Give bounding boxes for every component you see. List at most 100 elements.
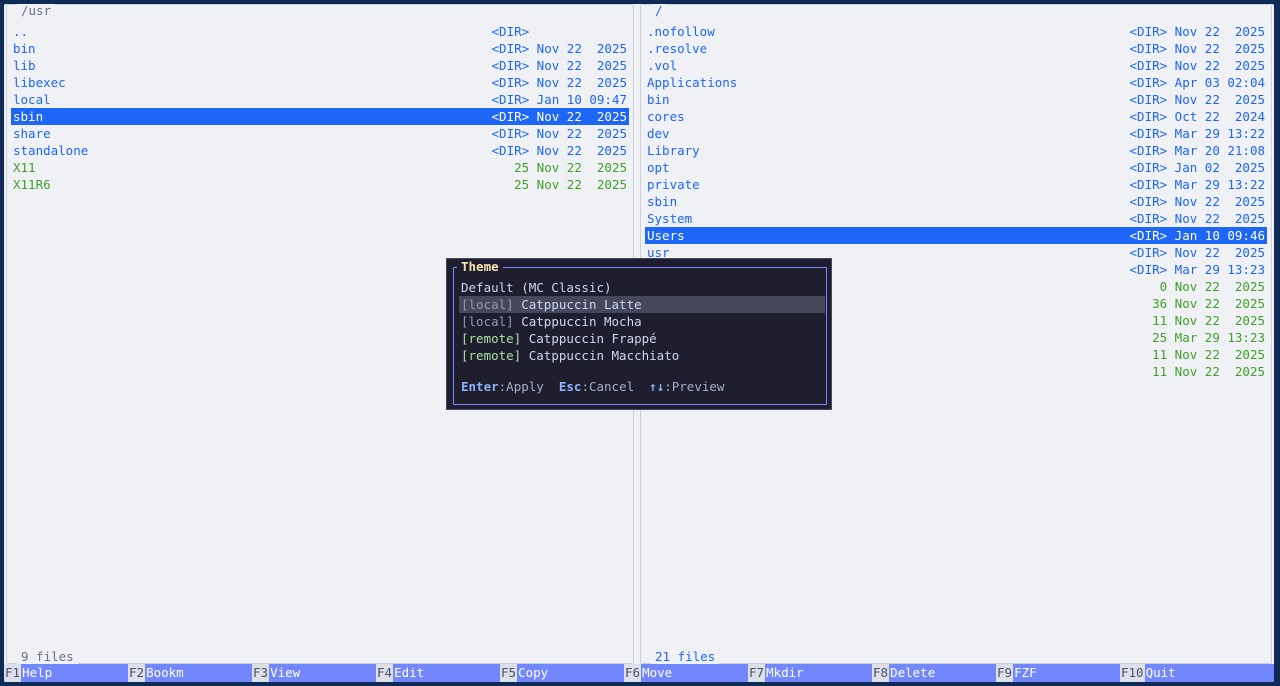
file-meta: 11 Nov 22 2025 [1152, 364, 1265, 379]
file-meta: <DIR> Nov 22 2025 [491, 41, 627, 56]
theme-option[interactable]: [remote] Catppuccin Frappé [459, 330, 825, 347]
theme-option-name: Default (MC Classic) [461, 280, 612, 295]
left-file-row[interactable]: share <DIR> Nov 22 2025 [11, 125, 629, 142]
fkey-quit[interactable]: F10 Quit [1120, 664, 1274, 682]
file-name: opt [647, 160, 670, 175]
file-name: bin [13, 41, 36, 56]
file-name: bin [647, 92, 670, 107]
theme-option-name: Catppuccin Mocha [513, 314, 642, 329]
fkey-number: F9 [996, 664, 1014, 682]
file-meta: <DIR> [491, 24, 627, 39]
right-file-row[interactable]: Users <DIR> Jan 10 09:46 [645, 227, 1267, 244]
left-file-row[interactable]: local <DIR> Jan 10 09:47 [11, 91, 629, 108]
left-file-row[interactable]: X11R6 25 Nov 22 2025 [11, 176, 629, 193]
fkey-view[interactable]: F3 View [252, 664, 376, 682]
theme-option-name: Catppuccin Latte [513, 297, 642, 312]
fkey-move[interactable]: F6 Move [624, 664, 748, 682]
right-panel-path: / [651, 4, 667, 19]
left-file-row[interactable]: lib <DIR> Nov 22 2025 [11, 57, 629, 74]
fkey-fzf[interactable]: F9 FZF [996, 664, 1120, 682]
left-file-row[interactable]: X11 25 Nov 22 2025 [11, 159, 629, 176]
file-name: .resolve [647, 41, 708, 56]
fkey-label: Mkdir [765, 664, 872, 682]
theme-option[interactable]: Default (MC Classic) [459, 279, 825, 296]
hint-key: Esc [558, 379, 582, 394]
right-file-row[interactable]: System <DIR> Nov 22 2025 [645, 210, 1267, 227]
fkey-edit[interactable]: F4 Edit [376, 664, 500, 682]
fkey-bookm[interactable]: F2 Bookm [128, 664, 252, 682]
file-name: cores [647, 109, 685, 124]
fkey-help[interactable]: F1 Help [4, 664, 128, 682]
theme-option[interactable]: [remote] Catppuccin Macchiato [459, 347, 825, 364]
left-file-row[interactable]: bin <DIR> Nov 22 2025 [11, 40, 629, 57]
fkey-number: F10 [1120, 664, 1145, 682]
right-file-row[interactable]: Library <DIR> Mar 20 21:08 [645, 142, 1267, 159]
file-name: .. [13, 24, 29, 39]
fkey-copy[interactable]: F5 Copy [500, 664, 624, 682]
file-meta: <DIR> Mar 20 21:08 [1129, 143, 1265, 158]
theme-source-tag: [remote] [461, 331, 522, 346]
fkey-label: Delete [889, 664, 996, 682]
fkey-label: Copy [517, 664, 624, 682]
right-file-row[interactable]: .vol <DIR> Nov 22 2025 [645, 57, 1267, 74]
fkey-mkdir[interactable]: F7 Mkdir [748, 664, 872, 682]
file-meta: <DIR> Nov 22 2025 [1129, 41, 1265, 56]
right-file-row[interactable]: Applications <DIR> Apr 03 02:04 [645, 74, 1267, 91]
theme-option-name: Catppuccin Frappé [521, 331, 657, 346]
left-file-list[interactable]: .. <DIR> bin <DIR> Nov 22 2025 lib <DIR> Nov… [11, 23, 629, 193]
fkey-label: Edit [393, 664, 500, 682]
theme-source-tag: [local] [461, 297, 514, 312]
right-file-row[interactable]: .resolve <DIR> Nov 22 2025 [645, 40, 1267, 57]
fkey-delete[interactable]: F8 Delete [872, 664, 996, 682]
file-meta: <DIR> Apr 03 02:04 [1129, 75, 1265, 90]
right-file-row[interactable]: dev <DIR> Mar 29 13:22 [645, 125, 1267, 142]
file-meta: 11 Nov 22 2025 [1152, 313, 1265, 328]
right-file-row[interactable]: cores <DIR> Oct 22 2024 [645, 108, 1267, 125]
theme-dialog-title: Theme [457, 259, 503, 275]
function-key-bar: F1 Help F2 Bookm F3 View F4 Edit F5 Copy F6 Move F7 M… [4, 664, 1274, 682]
file-name: dev [647, 126, 670, 141]
file-meta: <DIR> Nov 22 2025 [491, 143, 627, 158]
fkey-number: F8 [872, 664, 890, 682]
fkey-label: View [269, 664, 376, 682]
right-file-row[interactable]: opt <DIR> Jan 02 2025 [645, 159, 1267, 176]
file-name: sbin [647, 194, 678, 209]
file-meta: 25 Nov 22 2025 [514, 160, 627, 175]
file-meta: 25 Nov 22 2025 [514, 177, 627, 192]
left-file-count: 9 files [17, 649, 78, 665]
theme-dialog[interactable]: Theme Default (MC Classic) [local] Catppu… [446, 258, 832, 410]
fkey-label: FZF [1013, 664, 1120, 682]
right-file-row[interactable]: .nofollow <DIR> Nov 22 2025 [645, 23, 1267, 40]
left-file-row[interactable]: .. <DIR> [11, 23, 629, 40]
left-file-row[interactable]: sbin <DIR> Nov 22 2025 [11, 108, 629, 125]
file-meta: <DIR> Nov 22 2025 [491, 75, 627, 90]
file-meta: <DIR> Mar 29 13:22 [1129, 177, 1265, 192]
right-file-row[interactable]: sbin <DIR> Nov 22 2025 [645, 193, 1267, 210]
file-name: standalone [13, 143, 89, 158]
hint-key: Enter [461, 379, 499, 394]
file-name: libexec [13, 75, 66, 90]
fkey-label: Bookm [145, 664, 252, 682]
theme-option-list[interactable]: Default (MC Classic) [local] Catppuccin L… [459, 279, 825, 364]
hint-text: :Preview [664, 379, 725, 394]
file-name: Users [647, 228, 685, 243]
file-meta: <DIR> Nov 22 2025 [1129, 24, 1265, 39]
file-meta: <DIR> Nov 22 2025 [1129, 194, 1265, 209]
left-file-row[interactable]: libexec <DIR> Nov 22 2025 [11, 74, 629, 91]
theme-option[interactable]: [local] Catppuccin Latte [459, 296, 825, 313]
file-name: local [13, 92, 51, 107]
left-file-row[interactable]: standalone <DIR> Nov 22 2025 [11, 142, 629, 159]
right-file-row[interactable]: bin <DIR> Nov 22 2025 [645, 91, 1267, 108]
file-name: share [13, 126, 51, 141]
file-meta: 0 Nov 22 2025 [1159, 279, 1265, 294]
fkey-number: F1 [4, 664, 22, 682]
file-meta: <DIR> Jan 10 09:47 [491, 92, 627, 107]
file-name: System [647, 211, 693, 226]
fkey-label: Quit [1144, 664, 1274, 682]
right-file-row[interactable]: private <DIR> Mar 29 13:22 [645, 176, 1267, 193]
file-meta: <DIR> Nov 22 2025 [1129, 92, 1265, 107]
fkey-label: Help [21, 664, 128, 682]
theme-option[interactable]: [local] Catppuccin Mocha [459, 313, 825, 330]
file-name: Applications [647, 75, 738, 90]
hint-text: :Apply [498, 379, 559, 394]
